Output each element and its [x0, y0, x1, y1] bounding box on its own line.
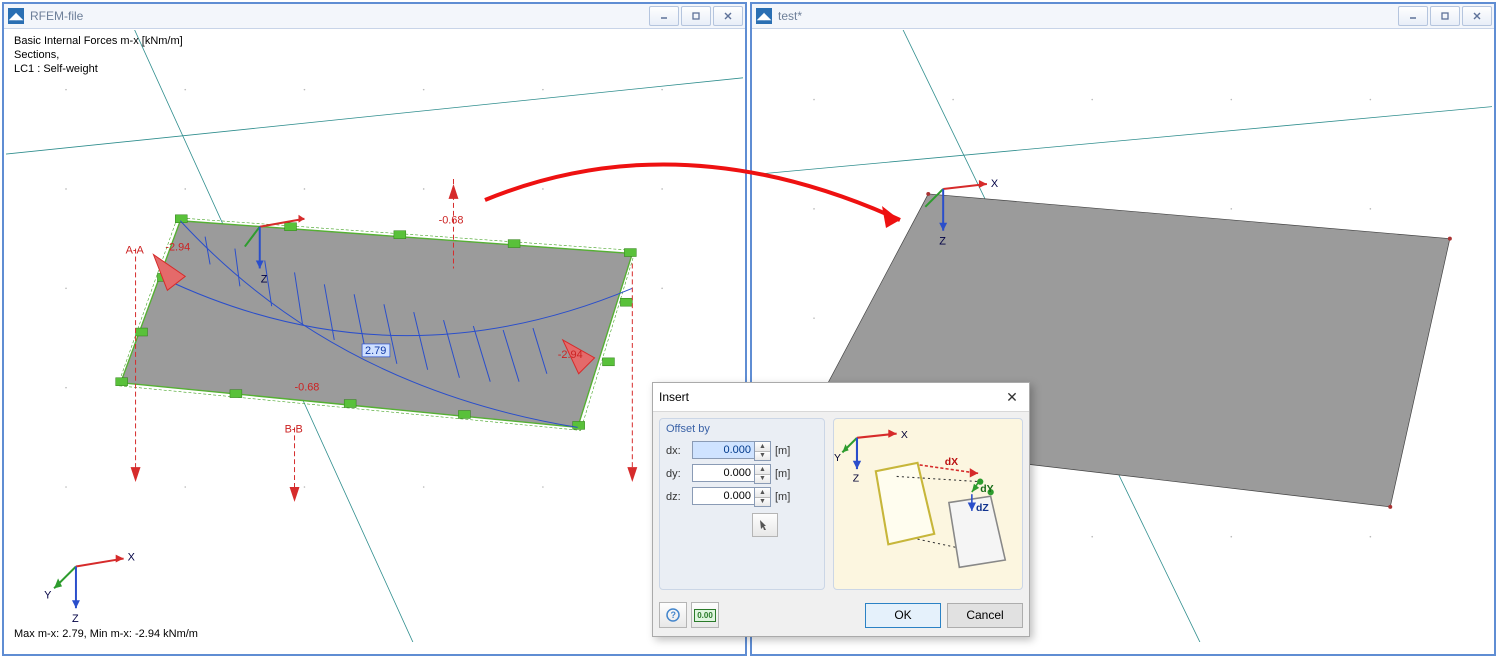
dz-spin-up[interactable]: ▲ [755, 488, 770, 497]
defaults-button[interactable]: 0.00 [691, 602, 719, 628]
minimize-button[interactable] [649, 6, 679, 26]
svg-text:Z: Z [72, 613, 79, 625]
close-button[interactable] [713, 6, 743, 26]
svg-text:?: ? [671, 610, 677, 620]
dz-spin-down[interactable]: ▼ [755, 497, 770, 507]
left-viewport[interactable]: -2.94 -2.94 -0.68 -0.68 2.79 A-A B-B Z [6, 30, 743, 642]
pick-point-button[interactable] [752, 513, 778, 537]
svg-text:dY: dY [980, 484, 993, 495]
svg-text:2.79: 2.79 [365, 345, 386, 357]
dz-input[interactable] [692, 487, 754, 505]
dz-unit: [m] [775, 491, 790, 503]
window-controls [1396, 6, 1494, 26]
left-model-window: ◢◣ RFEM-file [2, 2, 747, 656]
svg-text:Z: Z [939, 236, 946, 248]
cancel-button[interactable]: Cancel [947, 603, 1023, 628]
offset-group-title: Offset by [666, 423, 818, 435]
dialog-close-button[interactable]: ✕ [1001, 387, 1023, 407]
left-window-title: RFEM-file [30, 9, 83, 23]
svg-text:A-A: A-A [126, 245, 145, 257]
dy-spin-up[interactable]: ▲ [755, 465, 770, 474]
svg-text:-2.94: -2.94 [165, 242, 190, 254]
help-button[interactable]: ? [659, 602, 687, 628]
dx-spin-up[interactable]: ▲ [755, 442, 770, 451]
left-window-titlebar[interactable]: ◢◣ RFEM-file [4, 4, 745, 29]
dy-unit: [m] [775, 468, 790, 480]
svg-text:Z: Z [853, 474, 860, 485]
dialog-titlebar[interactable]: Insert ✕ [653, 383, 1029, 412]
dx-row: dx: ▲ ▼ [m] [666, 441, 818, 461]
app-icon: ◢◣ [8, 8, 24, 24]
window-controls [647, 6, 745, 26]
dy-input[interactable] [692, 464, 754, 482]
svg-text:dX: dX [945, 457, 958, 468]
slab-surface[interactable] [121, 221, 633, 428]
dy-label: dy: [666, 468, 690, 480]
maximize-button[interactable] [1430, 6, 1460, 26]
svg-text:X: X [901, 430, 908, 441]
dx-label: dx: [666, 445, 690, 457]
axes-triad-global: X Y Z [44, 552, 135, 626]
dx-spin-down[interactable]: ▼ [755, 451, 770, 461]
svg-text:X: X [991, 178, 999, 190]
svg-text:dZ: dZ [976, 503, 989, 514]
dz-label: dz: [666, 491, 690, 503]
dx-unit: [m] [775, 445, 790, 457]
dy-spin-down[interactable]: ▼ [755, 474, 770, 484]
svg-text:Y: Y [44, 589, 52, 601]
svg-text:X: X [128, 552, 136, 564]
ok-button[interactable]: OK [865, 603, 941, 628]
left-viewport-canvas[interactable]: -2.94 -2.94 -0.68 -0.68 2.79 A-A B-B Z [6, 30, 743, 642]
svg-text:Y: Y [834, 453, 841, 464]
svg-text:-0.68: -0.68 [295, 382, 320, 394]
svg-text:-2.94: -2.94 [558, 349, 583, 361]
insert-dialog: Insert ✕ Offset by dx: ▲ ▼ [m] dy: [652, 382, 1030, 637]
svg-text:-0.68: -0.68 [439, 215, 464, 227]
results-label: Basic Internal Forces m-x [kNm/m] Sectio… [14, 34, 183, 76]
svg-text:B-B: B-B [285, 423, 303, 435]
dx-input[interactable] [692, 441, 754, 459]
app-icon: ◢◣ [756, 8, 772, 24]
maximize-button[interactable] [681, 6, 711, 26]
dz-row: dz: ▲ ▼ [m] [666, 487, 818, 507]
dy-row: dy: ▲ ▼ [m] [666, 464, 818, 484]
minimize-button[interactable] [1398, 6, 1428, 26]
offset-illustration: X Y Z [833, 418, 1023, 590]
close-button[interactable] [1462, 6, 1492, 26]
offset-group: Offset by dx: ▲ ▼ [m] dy: ▲ [659, 418, 825, 590]
right-window-title: test* [778, 9, 802, 23]
right-window-titlebar[interactable]: ◢◣ test* [752, 4, 1494, 29]
dialog-title: Insert [659, 390, 689, 404]
results-summary: Max m-x: 2.79, Min m-x: -2.94 kNm/m [14, 628, 198, 640]
svg-text:Z: Z [261, 273, 268, 285]
